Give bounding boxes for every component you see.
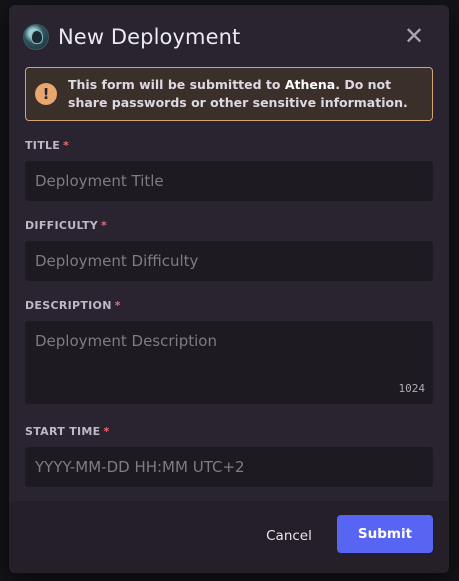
title-label: TITLE * <box>25 139 69 152</box>
warning-text-before: This form will be submitted to <box>68 77 285 92</box>
modal-footer: Cancel Submit <box>9 501 449 573</box>
start-time-input[interactable] <box>25 447 433 487</box>
title-input[interactable] <box>25 161 433 201</box>
description-label-text: DESCRIPTION <box>25 299 112 312</box>
difficulty-label-text: DIFFICULTY <box>25 219 99 232</box>
new-deployment-modal: New Deployment ✕ ! This form will be sub… <box>9 5 449 573</box>
start-time-label: START TIME * <box>25 425 110 438</box>
description-label: DESCRIPTION * <box>25 299 121 312</box>
warning-app-name: Athena <box>284 77 336 92</box>
close-icon[interactable]: ✕ <box>403 24 425 48</box>
cancel-button[interactable]: Cancel <box>255 521 323 551</box>
required-mark: * <box>103 425 110 438</box>
required-mark: * <box>63 139 70 152</box>
warning-text: This form will be submitted to Athena. D… <box>68 76 432 112</box>
submit-button[interactable]: Submit <box>337 515 433 553</box>
avatar <box>23 24 49 50</box>
title-label-text: TITLE <box>25 139 61 152</box>
start-time-label-text: START TIME <box>25 425 101 438</box>
warning-banner: ! This form will be submitted to Athena.… <box>25 67 433 121</box>
required-mark: * <box>101 219 108 232</box>
modal-header: New Deployment ✕ <box>23 23 435 51</box>
modal-title: New Deployment <box>58 25 241 49</box>
exclamation-icon: ! <box>35 83 57 105</box>
difficulty-input[interactable] <box>25 241 433 281</box>
required-mark: * <box>114 299 121 312</box>
description-char-counter: 1024 <box>398 382 426 395</box>
difficulty-label: DIFFICULTY * <box>25 219 107 232</box>
description-textarea[interactable] <box>25 321 433 404</box>
